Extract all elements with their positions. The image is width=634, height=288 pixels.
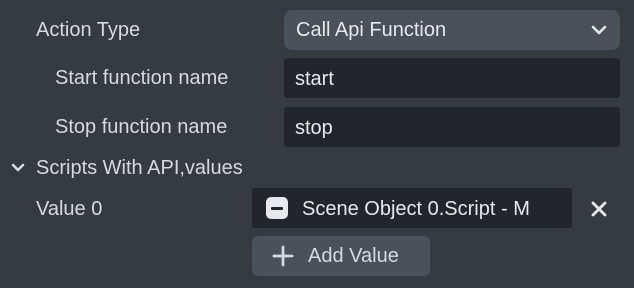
action-type-value: Call Api Function bbox=[296, 19, 447, 41]
inspector-panel: Action Type Call Api Function Start func… bbox=[0, 0, 634, 288]
action-type-dropdown[interactable]: Call Api Function bbox=[284, 10, 620, 50]
start-function-input[interactable]: start bbox=[284, 58, 620, 98]
script-component-icon bbox=[266, 197, 288, 219]
plus-icon bbox=[272, 245, 294, 267]
stop-function-value: stop bbox=[295, 117, 333, 139]
stop-function-label: Stop function name bbox=[55, 116, 228, 138]
start-function-value: start bbox=[295, 68, 334, 90]
action-type-label: Action Type bbox=[36, 19, 141, 41]
value-item-label: Value 0 bbox=[36, 198, 103, 220]
add-value-button[interactable]: Add Value bbox=[252, 236, 430, 276]
add-value-label: Add Value bbox=[308, 245, 399, 267]
value-object-field[interactable]: Scene Object 0.Script - M bbox=[252, 188, 572, 228]
start-function-label: Start function name bbox=[55, 67, 229, 89]
value-object-name: Scene Object 0.Script - M bbox=[302, 198, 530, 220]
scripts-section-label[interactable]: Scripts With API,values bbox=[36, 156, 243, 180]
stop-function-input[interactable]: stop bbox=[284, 107, 620, 147]
chevron-down-icon bbox=[591, 25, 607, 35]
chevron-down-icon[interactable] bbox=[10, 160, 26, 176]
close-icon[interactable] bbox=[588, 198, 610, 220]
